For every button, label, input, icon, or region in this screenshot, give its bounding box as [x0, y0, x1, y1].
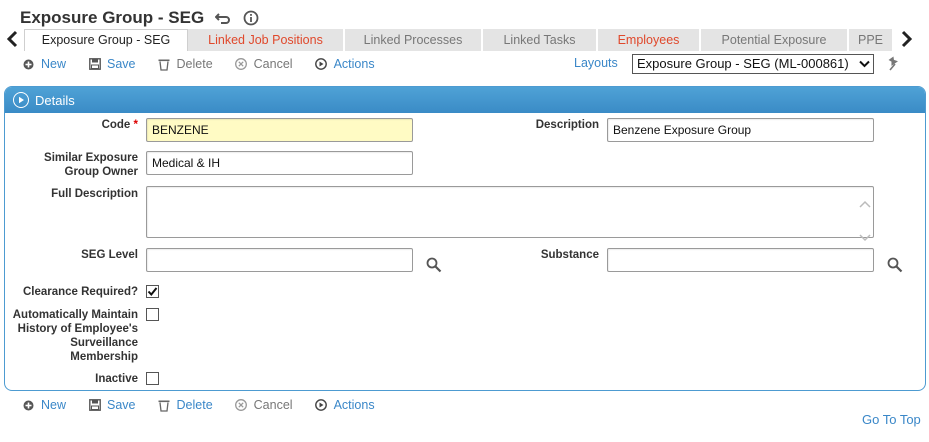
- plus-circle-icon: [22, 399, 35, 412]
- owner-label-line1: Similar Exposure: [44, 152, 138, 164]
- auto-maintain-checkbox[interactable]: [146, 308, 159, 321]
- delete-button[interactable]: Delete: [158, 57, 213, 71]
- layouts-select[interactable]: Exposure Group - SEG (ML-000861): [632, 54, 874, 74]
- scroll-up-icon[interactable]: [859, 193, 871, 215]
- save-button-bottom[interactable]: Save: [88, 398, 136, 412]
- cancel-label: Cancel: [253, 398, 293, 412]
- layouts-selected-value: Exposure Group - SEG (ML-000861): [637, 56, 849, 71]
- floppy-disk-icon: [88, 399, 101, 412]
- full-description-textarea[interactable]: [146, 186, 874, 242]
- actions-button-bottom[interactable]: Actions: [315, 398, 375, 412]
- cancel-button-bottom[interactable]: Cancel: [235, 398, 293, 412]
- save-label: Save: [107, 57, 136, 71]
- pin-icon[interactable]: [886, 55, 904, 73]
- cancel-circle-icon: [235, 58, 248, 71]
- substance-input[interactable]: [607, 248, 874, 272]
- tab-linked-processes[interactable]: Linked Processes: [345, 29, 483, 51]
- code-label: Code *: [60, 118, 138, 132]
- cancel-label: Cancel: [253, 57, 293, 71]
- auto-maintain-line4: Membership: [70, 351, 138, 363]
- collapse-toggle-icon[interactable]: [13, 92, 29, 108]
- inactive-checkbox[interactable]: [146, 372, 159, 385]
- chevron-down-icon: [859, 55, 873, 73]
- trash-icon: [158, 58, 171, 71]
- delete-button-bottom[interactable]: Delete: [158, 398, 213, 412]
- seg-level-search-icon[interactable]: [426, 257, 442, 273]
- tabs-prev-icon[interactable]: [4, 28, 20, 50]
- tab-exposure-group[interactable]: Exposure Group - SEG: [24, 29, 188, 51]
- cancel-button[interactable]: Cancel: [235, 57, 293, 71]
- code-input[interactable]: BENZENE: [146, 118, 413, 142]
- details-panel-title: Details: [35, 92, 75, 108]
- bottom-toolbar: New Save Delete Cancel Actions: [22, 396, 397, 414]
- checkmark-icon: [147, 287, 158, 297]
- play-circle-icon: [315, 399, 328, 412]
- page-title: Exposure Group - SEG: [20, 8, 205, 27]
- go-to-top-link[interactable]: Go To Top: [862, 412, 921, 427]
- details-panel-header[interactable]: Details: [5, 87, 925, 113]
- floppy-disk-icon: [88, 58, 101, 71]
- tab-potential-exposure[interactable]: Potential Exposure: [701, 29, 849, 51]
- auto-maintain-line3: Surveillance: [70, 337, 138, 349]
- top-toolbar: New Save Delete Cancel Actions: [22, 55, 397, 73]
- owner-label-line2: Group Owner: [64, 166, 138, 178]
- cancel-circle-icon: [235, 399, 248, 412]
- description-label: Description: [535, 119, 599, 131]
- tab-ppe[interactable]: PPE: [849, 29, 894, 51]
- auto-maintain-line1: Automatically Maintain: [12, 309, 138, 321]
- inactive-label: Inactive: [95, 373, 138, 385]
- auto-maintain-line2: History of Employee's: [17, 323, 138, 335]
- clearance-label: Clearance Required?: [22, 286, 138, 298]
- tab-employees[interactable]: Employees: [598, 29, 701, 51]
- save-label: Save: [107, 398, 136, 412]
- auto-maintain-label: Automatically Maintain History of Employ…: [2, 308, 138, 364]
- title-row: Exposure Group - SEG: [20, 6, 260, 30]
- owner-label: Similar Exposure Group Owner: [10, 151, 138, 179]
- save-button[interactable]: Save: [88, 57, 136, 71]
- textarea-scrollbar[interactable]: [859, 193, 871, 249]
- actions-button[interactable]: Actions: [315, 57, 375, 71]
- clearance-checkbox[interactable]: [146, 285, 159, 298]
- actions-label: Actions: [333, 57, 375, 71]
- new-button[interactable]: New: [22, 57, 66, 71]
- delete-label: Delete: [176, 57, 213, 71]
- required-asterisk: *: [133, 119, 138, 131]
- tab-linked-tasks[interactable]: Linked Tasks: [483, 29, 598, 51]
- delete-label: Delete: [176, 398, 213, 412]
- play-circle-icon: [315, 58, 328, 71]
- undo-icon[interactable]: [214, 9, 232, 27]
- new-label: New: [41, 398, 67, 412]
- tab-linked-job-positions[interactable]: Linked Job Positions: [188, 29, 345, 51]
- description-input[interactable]: Benzene Exposure Group: [607, 118, 874, 142]
- info-icon[interactable]: [242, 9, 260, 27]
- layouts-link[interactable]: Layouts: [574, 56, 618, 70]
- tab-bar: Exposure Group - SEG Linked Job Position…: [24, 29, 894, 51]
- code-label-text: Code: [101, 119, 131, 131]
- substance-label: Substance: [540, 249, 599, 261]
- actions-label: Actions: [333, 398, 375, 412]
- new-label: New: [41, 57, 67, 71]
- trash-icon: [158, 399, 171, 412]
- substance-search-icon[interactable]: [887, 257, 903, 273]
- tabs-next-icon[interactable]: [899, 28, 915, 50]
- scroll-down-icon[interactable]: [859, 227, 871, 249]
- seg-level-input[interactable]: [146, 248, 413, 272]
- full-description-label: Full Description: [51, 188, 138, 200]
- seg-level-label: SEG Level: [81, 249, 138, 261]
- plus-circle-icon: [22, 58, 35, 71]
- new-button-bottom[interactable]: New: [22, 398, 66, 412]
- owner-input[interactable]: Medical & IH: [146, 151, 413, 175]
